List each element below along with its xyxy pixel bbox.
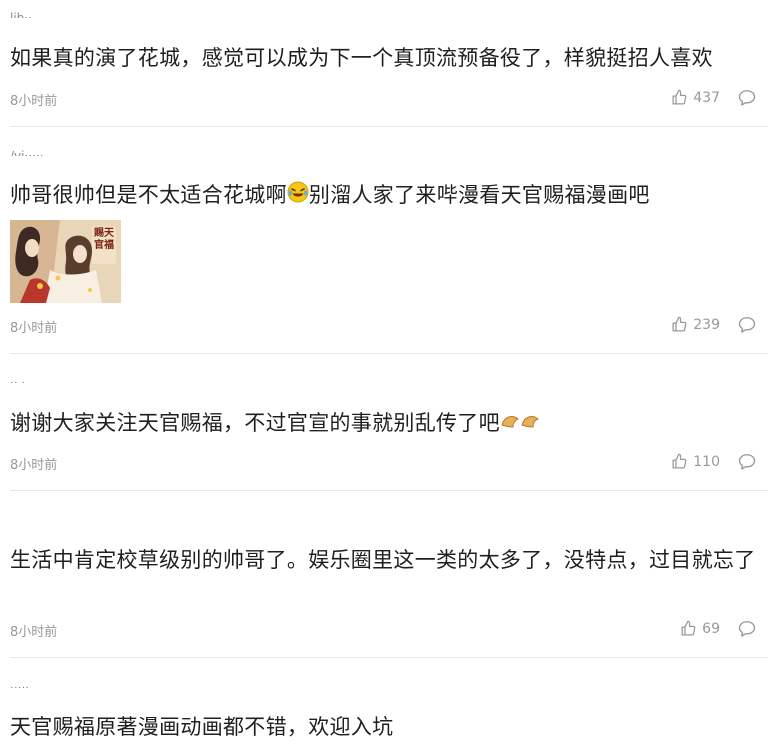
divider	[10, 657, 768, 658]
divider	[10, 353, 768, 354]
comment-time: 8小时前	[10, 625, 58, 640]
comment-text: 生活中肯定校草级别的帅哥了。娱乐圈里这一类的太多了，没特点，过目就忘了	[10, 548, 756, 572]
image-title-text: 赐天官福	[94, 228, 114, 251]
comment-text-part: 谢谢大家关注天官赐福，不过官宣的事就别乱传了吧	[10, 411, 500, 435]
thumbs-up-icon	[672, 89, 687, 105]
laughing-tears-emoji-icon	[287, 181, 309, 212]
comment-time: 8小时前	[10, 458, 58, 473]
comment-username[interactable]: /ⅴi·····	[10, 146, 44, 156]
like-button[interactable]: 437	[671, 89, 720, 106]
fortune-cookie-emoji-icon	[500, 409, 540, 440]
reply-bubble-icon[interactable]	[738, 453, 756, 470]
comment-time: 8小时前	[10, 94, 58, 109]
like-button[interactable]: 69	[680, 620, 720, 637]
comment-text: 如果真的演了花城，感觉可以成为下一个真顶流预备役了，样貌挺招人喜欢	[10, 46, 713, 70]
comment-username[interactable]: lib··	[10, 8, 32, 18]
divider	[10, 490, 768, 491]
like-button[interactable]: 239	[671, 316, 720, 333]
divider	[10, 126, 768, 127]
comment-text-part: 帅哥很帅但是不太适合花城啊	[10, 183, 287, 207]
like-count: 239	[693, 316, 720, 333]
thumbs-up-icon	[672, 453, 687, 469]
comment-image[interactable]: 赐天官福	[10, 220, 121, 303]
comment-username[interactable]: ·· ·	[10, 373, 25, 383]
like-count: 69	[702, 620, 720, 637]
comment-username[interactable]: ·····	[10, 678, 29, 688]
like-button[interactable]: 110	[671, 453, 720, 470]
comment-list: lib·· 如果真的演了花城，感觉可以成为下一个真顶流预备役了，样貌挺招人喜欢 …	[0, 0, 768, 750]
reply-bubble-icon[interactable]	[738, 316, 756, 333]
comment-text: 天官赐福原著漫画动画都不错，欢迎入坑	[10, 715, 394, 739]
reply-bubble-icon[interactable]	[738, 89, 756, 106]
comment-text: 帅哥很帅但是不太适合花城啊 别溜人家了来哔漫看天官赐福漫画吧	[10, 180, 760, 212]
comment-time: 8小时前	[10, 321, 58, 336]
thumbs-up-icon	[672, 316, 687, 332]
comment-text-part: 别溜人家了来哔漫看天官赐福漫画吧	[308, 183, 650, 207]
like-count: 110	[693, 453, 720, 470]
reply-bubble-icon[interactable]	[738, 620, 756, 637]
like-count: 437	[693, 89, 720, 106]
comment-text: 谢谢大家关注天官赐福，不过官宣的事就别乱传了吧	[10, 408, 760, 440]
thumbs-up-icon	[681, 620, 696, 636]
